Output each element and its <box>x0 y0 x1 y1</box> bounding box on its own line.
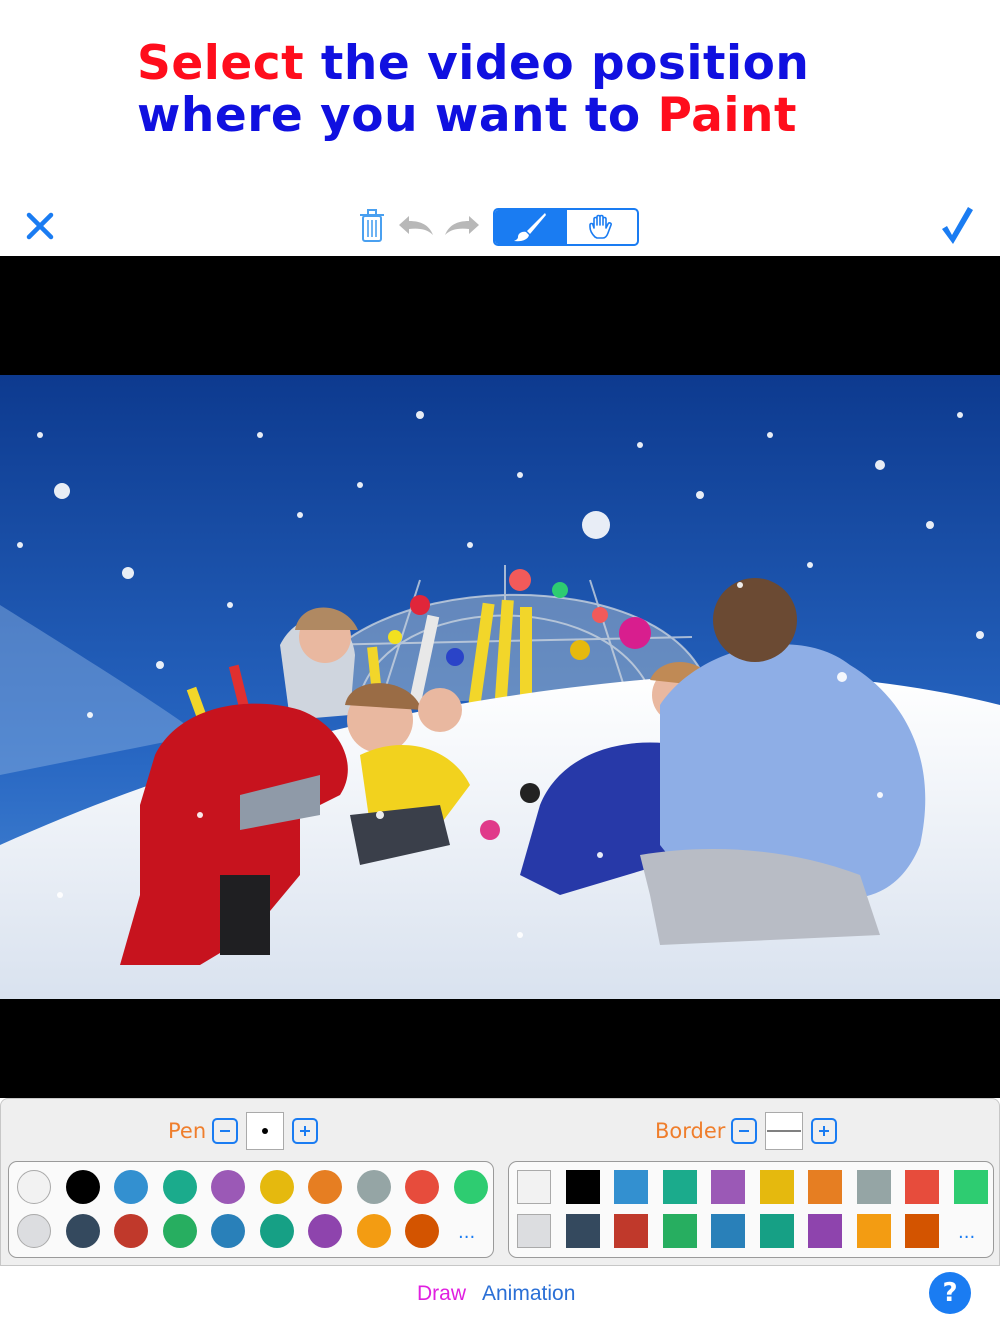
pen-color-swatch[interactable] <box>356 1170 391 1204</box>
tab-draw[interactable]: Draw <box>417 1282 466 1306</box>
pen-color-swatch[interactable] <box>162 1214 197 1248</box>
minus-icon <box>739 1130 750 1132</box>
pen-color-swatch[interactable] <box>259 1170 294 1204</box>
redo-icon <box>445 216 479 235</box>
mode-segmented-control <box>493 208 639 246</box>
border-size-decrease-button[interactable] <box>731 1118 758 1144</box>
border-size-preview <box>765 1112 804 1150</box>
border-color-swatch[interactable] <box>517 1170 551 1204</box>
video-frame[interactable] <box>0 375 1000 999</box>
pen-color-swatch[interactable] <box>162 1170 197 1204</box>
border-more-colors-button[interactable]: ... <box>958 1222 975 1243</box>
trash-icon <box>360 209 384 242</box>
undo-button[interactable] <box>394 210 436 242</box>
pen-color-swatch[interactable] <box>114 1214 148 1248</box>
headline: Select the video position where you want… <box>137 38 977 142</box>
border-color-swatch[interactable] <box>856 1214 891 1248</box>
pen-color-swatch[interactable] <box>211 1214 245 1248</box>
pen-dot-icon <box>262 1128 269 1134</box>
help-button[interactable]: ? <box>929 1272 971 1314</box>
close-icon <box>26 212 54 240</box>
help-icon: ? <box>942 1278 958 1308</box>
border-color-swatch[interactable] <box>517 1214 551 1248</box>
pen-color-swatch[interactable] <box>259 1214 294 1248</box>
minus-icon <box>220 1130 231 1132</box>
pen-color-swatch[interactable] <box>211 1170 245 1204</box>
border-color-swatch[interactable] <box>711 1170 745 1204</box>
plus-icon <box>300 1126 311 1136</box>
headline-line-2: where you want to Paint <box>137 88 797 143</box>
pen-color-swatch[interactable] <box>453 1170 488 1204</box>
editor-toolbar <box>0 196 1000 256</box>
pen-size-control: Pen <box>168 1112 319 1150</box>
video-canvas[interactable] <box>0 256 1000 1098</box>
pen-color-palette: ... <box>8 1161 494 1258</box>
done-button[interactable] <box>934 202 980 248</box>
bottom-tab-bar: Draw Animation ? <box>0 1266 1000 1334</box>
pen-color-swatch[interactable] <box>308 1170 342 1204</box>
border-color-swatch[interactable] <box>808 1170 842 1204</box>
undo-icon <box>399 216 433 235</box>
pen-size-preview <box>246 1112 285 1150</box>
pen-more-colors-button[interactable]: ... <box>458 1222 475 1243</box>
border-color-swatch[interactable] <box>759 1214 794 1248</box>
border-color-swatch[interactable] <box>808 1214 842 1248</box>
border-color-swatch[interactable] <box>856 1170 891 1204</box>
border-size-increase-button[interactable] <box>811 1118 838 1144</box>
redo-button[interactable] <box>442 210 484 242</box>
paint-mode-tab[interactable] <box>495 210 565 244</box>
pen-color-swatch[interactable] <box>17 1214 51 1248</box>
pen-color-swatch[interactable] <box>114 1170 148 1204</box>
pen-color-swatch[interactable] <box>405 1170 439 1204</box>
tab-animation[interactable]: Animation <box>482 1282 575 1306</box>
pen-color-swatch[interactable] <box>17 1170 51 1204</box>
close-button[interactable] <box>20 206 60 246</box>
move-mode-tab[interactable] <box>565 210 637 244</box>
drawing-settings-panel: Pen Border ... ... <box>0 1098 1000 1266</box>
border-color-swatch[interactable] <box>662 1214 697 1248</box>
border-size-control: Border <box>655 1112 838 1150</box>
hand-icon <box>589 214 612 239</box>
border-color-palette: ... <box>508 1161 994 1258</box>
pen-color-swatch[interactable] <box>65 1170 100 1204</box>
border-color-swatch[interactable] <box>614 1214 648 1248</box>
delete-button[interactable] <box>356 206 388 246</box>
paintbrush-icon <box>514 213 546 242</box>
headline-line-1: Select the video position <box>137 36 810 91</box>
pen-size-increase-button[interactable] <box>292 1118 319 1144</box>
pen-color-swatch[interactable] <box>65 1214 100 1248</box>
pen-color-swatch[interactable] <box>356 1214 391 1248</box>
border-color-swatch[interactable] <box>614 1170 648 1204</box>
border-color-swatch[interactable] <box>905 1214 939 1248</box>
pen-color-swatch[interactable] <box>405 1214 439 1248</box>
border-color-swatch[interactable] <box>662 1170 697 1204</box>
border-color-swatch[interactable] <box>565 1214 600 1248</box>
pen-color-swatch[interactable] <box>308 1214 342 1248</box>
border-color-swatch[interactable] <box>565 1170 600 1204</box>
border-line-icon <box>767 1130 802 1132</box>
border-color-swatch[interactable] <box>953 1170 988 1204</box>
pen-size-decrease-button[interactable] <box>212 1118 239 1144</box>
border-color-swatch[interactable] <box>759 1170 794 1204</box>
border-color-swatch[interactable] <box>711 1214 745 1248</box>
plus-icon <box>819 1126 830 1136</box>
pen-label: Pen <box>168 1119 207 1143</box>
video-frame-image <box>0 375 1000 999</box>
border-color-swatch[interactable] <box>905 1170 939 1204</box>
checkmark-icon <box>942 207 973 244</box>
border-label: Border <box>655 1119 726 1143</box>
